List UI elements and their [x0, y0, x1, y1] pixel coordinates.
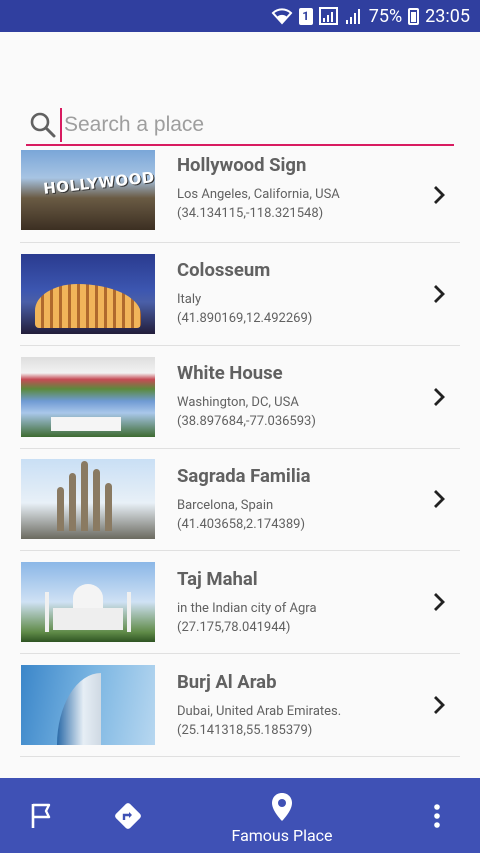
nav-famous-place-tab[interactable]: Famous Place: [212, 788, 352, 848]
flag-icon: [31, 803, 51, 828]
clock: 23:05: [425, 5, 470, 27]
place-coordinates: (41.890169,12.492269): [177, 311, 313, 327]
more-vert-icon: [434, 804, 440, 828]
place-title: Hollywood Sign: [177, 153, 307, 176]
place-location: Italy: [177, 292, 202, 308]
chevron-right-icon[interactable]: [426, 692, 452, 718]
thumbnail-sign-text: HOLLYWOOD: [42, 168, 155, 198]
chevron-right-icon[interactable]: [426, 486, 452, 512]
place-location: Washington, DC, USA: [177, 395, 299, 411]
place-coordinates: (34.134115,-118.321548): [177, 205, 324, 221]
place-title: Sagrada Familia: [177, 464, 311, 487]
place-coordinates: (41.403658,2.174389): [177, 516, 305, 532]
signal-icon: [318, 7, 339, 25]
nav-directions-button[interactable]: [108, 796, 148, 836]
bottom-navigation: Famous Place: [0, 778, 480, 853]
search-input[interactable]: [60, 108, 440, 142]
chevron-right-icon[interactable]: [426, 589, 452, 615]
place-thumbnail: [21, 253, 155, 334]
place-title: White House: [177, 362, 283, 385]
places-list[interactable]: HOLLYWOOD Hollywood Sign Los Angeles, Ca…: [20, 148, 460, 776]
place-thumbnail: [21, 459, 155, 540]
place-location: Barcelona, Spain: [177, 497, 274, 513]
battery-percent: 75%: [368, 5, 403, 27]
list-item-taj-mahal[interactable]: Taj Mahal in the Indian city of Agra (27…: [20, 551, 460, 655]
place-coordinates: (38.897684,-77.036593): [177, 414, 316, 430]
list-item-white-house[interactable]: White House Washington, DC, USA (38.8976…: [20, 346, 460, 449]
place-coordinates: (25.141318,55.185379): [177, 722, 313, 738]
nav-more-button[interactable]: [424, 800, 450, 832]
sim-icon: 1: [298, 7, 313, 25]
chevron-right-icon[interactable]: [426, 182, 452, 208]
place-location: Dubai, United Arab Emirates.: [177, 703, 342, 719]
search-bar: [26, 106, 454, 146]
place-thumbnail: [21, 356, 155, 437]
list-item-colosseum[interactable]: Colosseum Italy (41.890169,12.492269): [20, 243, 460, 346]
nav-flag-button[interactable]: [22, 798, 62, 834]
list-item-burj-al-arab[interactable]: Burj Al Arab Dubai, United Arab Emirates…: [20, 654, 460, 757]
signal-bars-icon: [345, 7, 363, 25]
place-title: Colosseum: [177, 259, 271, 282]
place-title: Burj Al Arab: [177, 670, 277, 693]
directions-icon: [115, 803, 141, 829]
place-location: Los Angeles, California, USA: [177, 186, 340, 202]
search-icon[interactable]: [28, 110, 58, 140]
place-pin-icon: [272, 792, 292, 821]
status-bar: 1 75% 23:05: [0, 0, 480, 32]
place-thumbnail: [21, 562, 155, 643]
place-thumbnail: HOLLYWOOD: [21, 150, 155, 230]
chevron-right-icon[interactable]: [426, 281, 452, 307]
place-coordinates: (27.175,78.041944): [177, 619, 291, 635]
place-location: in the Indian city of Agra: [177, 600, 317, 616]
chevron-right-icon[interactable]: [426, 384, 452, 410]
list-item-hollywood-sign[interactable]: HOLLYWOOD Hollywood Sign Los Angeles, Ca…: [20, 148, 460, 243]
place-thumbnail: [21, 665, 155, 746]
list-item-sagrada-familia[interactable]: Sagrada Familia Barcelona, Spain (41.403…: [20, 449, 460, 552]
nav-active-label: Famous Place: [231, 825, 333, 845]
place-title: Taj Mahal: [177, 567, 258, 590]
wifi-icon: [271, 7, 293, 25]
battery-icon: [408, 7, 420, 25]
